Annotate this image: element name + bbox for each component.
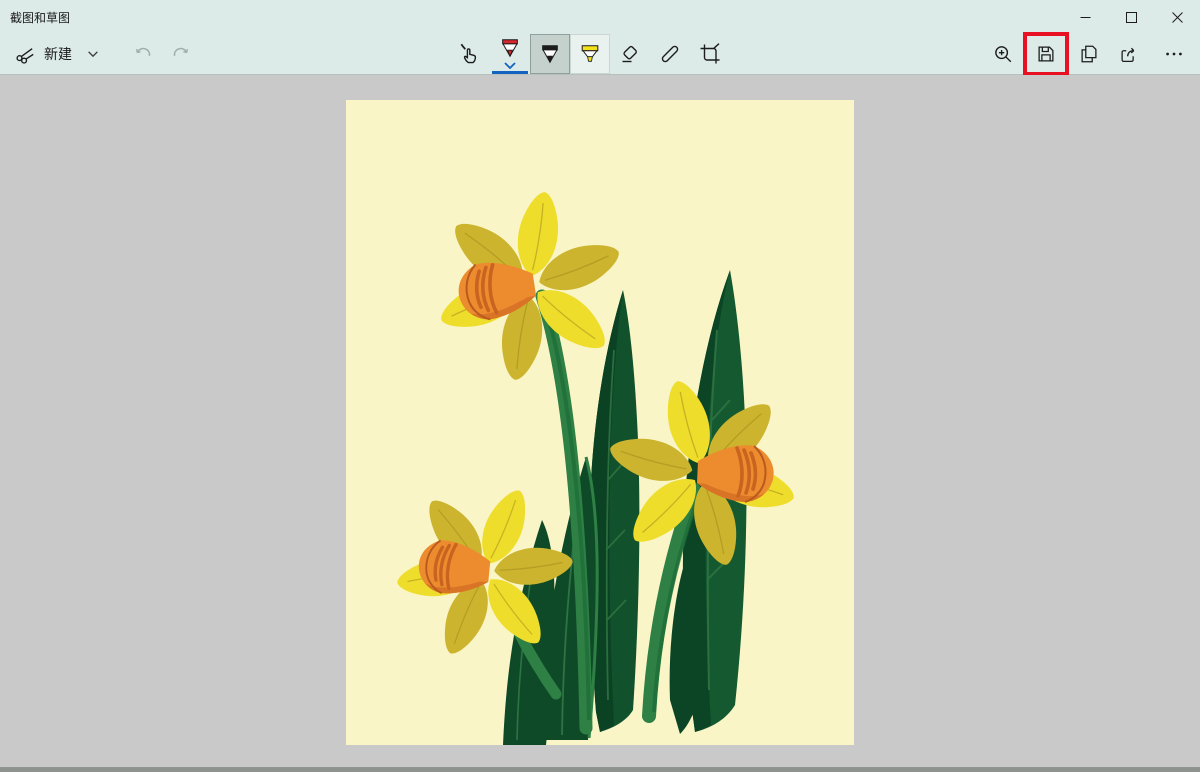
touch-writing-button[interactable] xyxy=(450,34,490,74)
minimize-icon xyxy=(1080,12,1091,23)
ruler-icon xyxy=(658,42,682,66)
more-icon xyxy=(1163,43,1185,65)
toolbar-left-group: 新建 xyxy=(8,34,202,74)
close-button[interactable] xyxy=(1154,0,1200,34)
share-icon xyxy=(1118,43,1140,65)
ruler-button[interactable] xyxy=(650,34,690,74)
ballpoint-pen-icon xyxy=(499,37,521,59)
highlighter-button[interactable] xyxy=(570,34,610,74)
minimize-button[interactable] xyxy=(1062,0,1108,34)
ballpoint-pen-button[interactable] xyxy=(490,34,530,74)
new-snip-label: 新建 xyxy=(44,44,72,64)
close-icon xyxy=(1172,12,1183,23)
eraser-button[interactable] xyxy=(610,34,650,74)
daffodil-illustration[interactable] xyxy=(346,100,854,745)
zoom-button[interactable] xyxy=(983,34,1023,74)
chevron-down-icon xyxy=(86,47,100,61)
save-button[interactable] xyxy=(1023,32,1069,76)
pen-options-chevron-icon xyxy=(503,62,517,69)
redo-button[interactable] xyxy=(162,34,202,74)
undo-icon xyxy=(131,43,153,65)
toolbar: 新建 xyxy=(0,34,1200,75)
save-icon xyxy=(1035,43,1057,65)
touch-writing-icon xyxy=(458,42,482,66)
maximize-icon xyxy=(1126,12,1137,23)
titlebar: 截图和草图 xyxy=(0,0,1200,34)
toolbar-right-group xyxy=(983,34,1194,74)
more-button[interactable] xyxy=(1154,34,1194,74)
copy-button[interactable] xyxy=(1069,34,1109,74)
editing-canvas xyxy=(0,75,1200,772)
pencil-button[interactable] xyxy=(530,34,570,74)
pencil-icon xyxy=(539,43,561,65)
new-snip-dropdown-button[interactable] xyxy=(78,38,108,70)
scissors-icon xyxy=(14,43,36,65)
app-title: 截图和草图 xyxy=(0,9,70,26)
crop-icon xyxy=(698,42,722,66)
copy-icon xyxy=(1078,43,1100,65)
zoom-icon xyxy=(992,43,1014,65)
new-snip-button[interactable]: 新建 xyxy=(8,38,78,70)
share-button[interactable] xyxy=(1109,34,1149,74)
maximize-button[interactable] xyxy=(1108,0,1154,34)
highlighter-icon xyxy=(579,43,601,65)
eraser-icon xyxy=(618,42,642,66)
toolbar-center-group xyxy=(450,34,730,74)
undo-button[interactable] xyxy=(122,34,162,74)
window-bottom-edge xyxy=(0,767,1200,772)
window-controls xyxy=(1062,0,1200,34)
crop-button[interactable] xyxy=(690,34,730,74)
selected-tool-indicator xyxy=(492,71,528,74)
redo-icon xyxy=(171,43,193,65)
